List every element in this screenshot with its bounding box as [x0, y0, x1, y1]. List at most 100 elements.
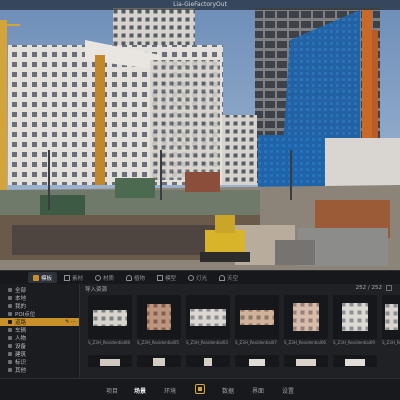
tab-template[interactable]: 模板	[28, 272, 58, 283]
asset-caption: S_Z3H_Residential08	[88, 340, 130, 345]
tree-item-poi[interactable]: POI点位	[0, 310, 79, 318]
asset-thumbnail	[333, 355, 377, 367]
tree-item-road[interactable]: 道路 ✎ ⋯	[0, 318, 79, 326]
tree-item-all[interactable]: 全部	[0, 286, 79, 294]
folder-icon	[8, 288, 12, 292]
asset-thumbnail	[235, 355, 279, 367]
build-icon[interactable]	[195, 384, 205, 394]
tree-item-other[interactable]: 其他	[0, 366, 79, 374]
edit-icon[interactable]: ✎ ⋯	[65, 319, 76, 325]
folder-icon	[8, 328, 12, 332]
folder-icon	[8, 336, 12, 340]
tab-texture[interactable]: 材质	[90, 272, 119, 283]
asset-category-tabs: 模板 素材 材质 植物 模型 灯光 天空	[0, 271, 400, 284]
asset-thumbnail	[333, 295, 377, 339]
asset-thumbnail	[284, 295, 328, 339]
tab-lights[interactable]: 灯光	[183, 272, 212, 283]
tree-item-label: 其他	[15, 368, 27, 374]
asset-caption: S_Z3H_Residential05	[137, 340, 179, 345]
tab-sky[interactable]: 天空	[214, 272, 243, 283]
folder-icon	[8, 344, 12, 348]
asset-item[interactable]: S_Z3H_Residential06	[284, 295, 328, 345]
asset-thumbnail	[88, 355, 132, 367]
asset-thumbnail	[186, 355, 230, 367]
asset-item[interactable]	[333, 355, 377, 367]
sky-icon	[219, 274, 226, 281]
tree-item-label: 我的	[15, 304, 27, 310]
tab-label: 模型	[165, 275, 177, 282]
tab-data[interactable]: 数据	[222, 384, 234, 396]
tree-item-label: POI点位	[15, 312, 36, 318]
sphere-icon	[95, 274, 102, 281]
tab-models[interactable]: 模型	[152, 272, 181, 283]
asset-thumbnail	[235, 295, 279, 339]
category-tree: 全部 本地 我的 POI点位 道路 ✎ ⋯ 车辆 人物 设备 建筑 标识 其他	[0, 284, 80, 379]
tab-interface[interactable]: 界面	[252, 384, 264, 396]
asset-caption: S_Z3H_Residential06	[284, 340, 326, 345]
tab-scene[interactable]: 场景	[134, 384, 146, 396]
tab-label: 天空	[227, 275, 239, 282]
tab-plants[interactable]: 植物	[121, 272, 150, 283]
asset-caption: S_Z3H_Residential03	[186, 340, 228, 345]
tree-item-local[interactable]: 本地	[0, 294, 79, 302]
window-title: Lia-GieFactoryOut	[173, 1, 227, 8]
tab-environment[interactable]: 环境	[164, 384, 176, 396]
asset-item[interactable]: S_Z3H_Residential07	[235, 295, 279, 345]
scene-viewport[interactable]: Lia-GieFactoryOut	[0, 0, 400, 270]
asset-item[interactable]: S_Z3H_Residential05	[137, 295, 181, 345]
tree-icon	[126, 274, 133, 281]
tree-item-label: 车辆	[15, 328, 27, 334]
tree-item-mine[interactable]: 我的	[0, 302, 79, 310]
cube-icon	[157, 274, 164, 281]
asset-caption: S_Z3H_Residential09	[333, 340, 375, 345]
folder-icon	[33, 274, 39, 281]
bottom-mode-bar: 项目 场景 环境 数据 界面 设置	[0, 378, 400, 400]
folder-icon	[8, 296, 12, 300]
asset-item[interactable]	[284, 355, 328, 367]
tab-label: 材质	[103, 275, 115, 282]
tree-item-label: 全部	[15, 288, 27, 294]
folder-icon	[8, 352, 12, 356]
asset-item[interactable]	[186, 355, 230, 367]
tree-item-sign[interactable]: 标识	[0, 358, 79, 366]
tab-material[interactable]: 素材	[59, 272, 88, 283]
asset-item[interactable]	[137, 355, 181, 367]
folder-icon	[8, 360, 12, 364]
tree-item-label: 设备	[15, 344, 27, 350]
tree-item-building[interactable]: 建筑	[0, 350, 79, 358]
tree-item-person[interactable]: 人物	[0, 334, 79, 342]
tab-project[interactable]: 项目	[106, 384, 118, 396]
app-window: Lia-GieFactoryOut 模板 素材 材质 植物 模型 灯光 天空 全…	[0, 0, 400, 400]
breadcrumb[interactable]: 导入资源	[85, 285, 107, 293]
asset-item[interactable]	[88, 355, 132, 367]
asset-thumbnail	[137, 355, 181, 367]
asset-thumbnail	[382, 295, 400, 339]
asset-thumbnail	[137, 295, 181, 339]
asset-library-panel: 模板 素材 材质 植物 模型 灯光 天空 全部 本地 我的 POI点位 道路 ✎…	[0, 270, 400, 379]
tree-item-label: 本地	[15, 296, 27, 302]
scene-render	[0, 0, 400, 270]
light-icon	[188, 274, 195, 281]
asset-item[interactable]: S_Z3H_Residential10	[382, 295, 400, 345]
folder-icon	[8, 368, 12, 372]
asset-grid-header: 导入资源 252 / 252	[81, 284, 400, 293]
title-bar: Lia-GieFactoryOut	[0, 0, 400, 10]
tree-item-device[interactable]: 设备	[0, 342, 79, 350]
tab-label: 模板	[41, 275, 53, 282]
asset-caption: S_Z3H_Residential10	[382, 340, 400, 345]
grid-view-icon[interactable]	[386, 285, 392, 291]
image-icon	[64, 274, 71, 281]
tree-item-label: 道路	[15, 320, 27, 326]
tree-item-label: 建筑	[15, 352, 27, 358]
tab-settings[interactable]: 设置	[282, 384, 294, 396]
asset-item[interactable]: S_Z3H_Residential03	[186, 295, 230, 345]
asset-count: 252 / 252	[355, 285, 382, 291]
tree-item-vehicle[interactable]: 车辆	[0, 326, 79, 334]
asset-item[interactable]: S_Z3H_Residential08	[88, 295, 132, 345]
asset-item[interactable]	[235, 355, 279, 367]
folder-icon	[8, 320, 12, 324]
asset-item[interactable]: S_Z3H_Residential09	[333, 295, 377, 345]
asset-caption: S_Z3H_Residential07	[235, 340, 277, 345]
tab-label: 灯光	[196, 275, 208, 282]
asset-thumbnail	[284, 355, 328, 367]
